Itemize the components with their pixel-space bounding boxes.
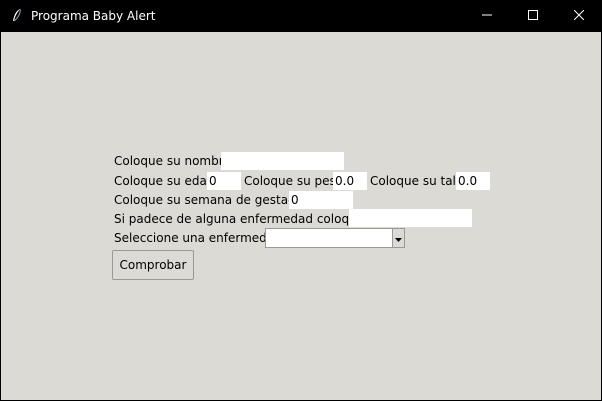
nombre-input[interactable] xyxy=(221,152,344,170)
maximize-icon xyxy=(528,9,538,23)
combobox-dropdown-button[interactable] xyxy=(392,229,404,247)
window-title: Programa Baby Alert xyxy=(31,9,156,23)
peso-label: Coloque su peso xyxy=(244,174,344,188)
title-bar[interactable]: Programa Baby Alert xyxy=(0,0,602,32)
edad-input[interactable] xyxy=(207,172,241,190)
minimize-button[interactable] xyxy=(464,0,510,32)
nombre-label: Coloque su nombre xyxy=(114,154,231,168)
gestacion-label: Coloque su semana de gestación xyxy=(114,193,313,207)
enfermedad-select-label: Seleccione una enfermedad: xyxy=(114,231,286,245)
maximize-button[interactable] xyxy=(510,0,556,32)
close-button[interactable] xyxy=(556,0,602,32)
edad-label: Coloque su edad: xyxy=(114,174,219,188)
enfermedad-texto-input[interactable] xyxy=(349,209,472,227)
gestacion-input[interactable] xyxy=(289,191,353,209)
enfermedad-combobox[interactable] xyxy=(265,228,405,248)
form-area: Coloque su nombre Coloque su edad: Coloq… xyxy=(1,32,601,400)
peso-input[interactable] xyxy=(333,172,367,190)
talla-label: Coloque su talla xyxy=(370,174,467,188)
app-window: Programa Baby Alert Coloque su nombre Co… xyxy=(0,0,602,401)
feather-icon xyxy=(10,8,24,24)
minimize-icon xyxy=(482,9,492,23)
talla-input[interactable] xyxy=(456,172,490,190)
chevron-down-icon xyxy=(395,231,402,245)
close-icon xyxy=(573,9,585,23)
enfermedad-texto-label: Si padece de alguna enfermedad coloquela… xyxy=(114,212,379,226)
comprobar-button[interactable]: Comprobar xyxy=(112,250,194,280)
